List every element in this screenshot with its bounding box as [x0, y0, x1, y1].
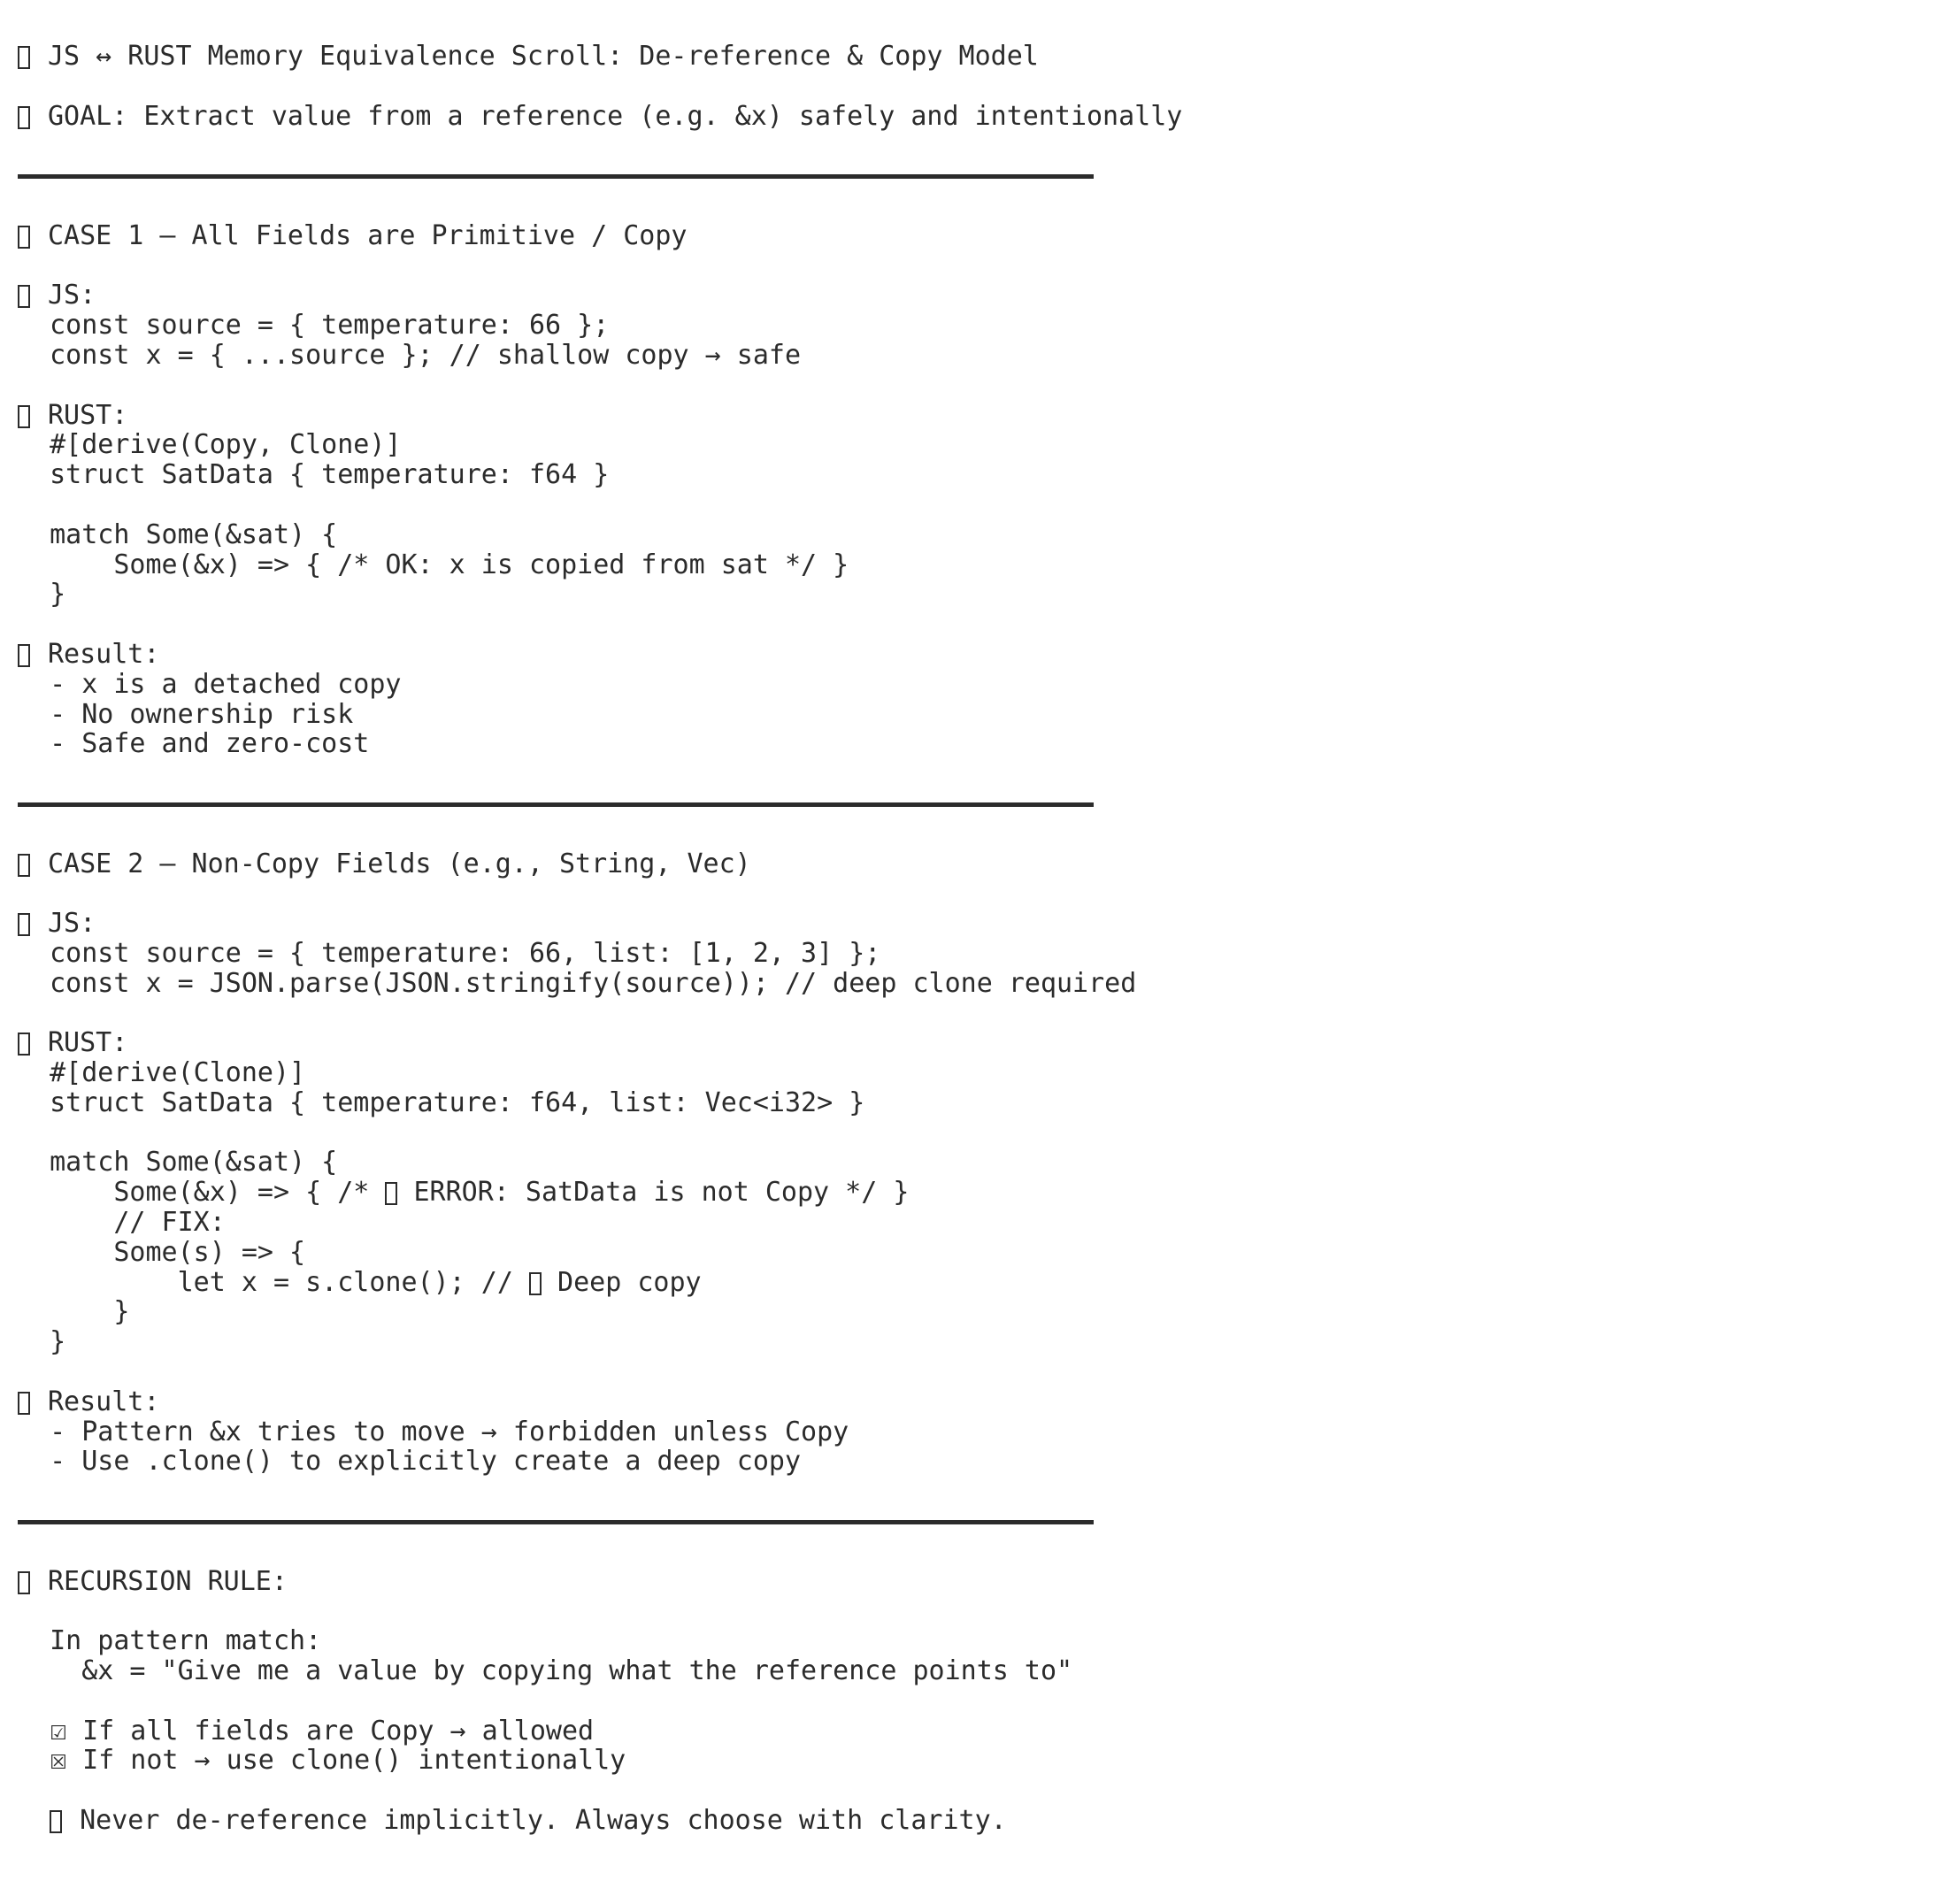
- missing-glyph-icon: [18, 643, 30, 667]
- code-line-clone: let x = s.clone(); // Deep copy: [18, 1266, 702, 1298]
- code-line: match Some(&sat) {: [18, 518, 338, 550]
- missing-glyph-icon: [18, 404, 30, 428]
- code-line: Some(&x) => { /* OK: x is copied from sa…: [18, 549, 849, 580]
- checkbox-checked-icon: ☑: [50, 1722, 67, 1745]
- missing-glyph-icon: [18, 913, 30, 937]
- code-line: // FIX:: [18, 1207, 226, 1239]
- case1-result-label: Result:: [18, 640, 1920, 670]
- result-item: - Use .clone() to explicitly create a de…: [18, 1446, 802, 1478]
- code-line: match Some(&sat) {: [18, 1147, 338, 1178]
- case1-heading: CASE 1 — All Fields are Primitive / Copy: [18, 220, 1920, 251]
- code-line: const x = JSON.parse(JSON.stringify(sour…: [18, 967, 1137, 999]
- title-text: JS ↔ RUST Memory Equivalence Scroll: De-…: [48, 41, 1039, 72]
- goal-line: GOAL: Extract value from a reference (e.…: [18, 100, 1920, 132]
- missing-glyph-icon: [18, 46, 30, 69]
- code-line: }: [18, 579, 66, 610]
- missing-glyph-icon: [18, 285, 30, 309]
- code-line: const source = { temperature: 66 };: [18, 310, 610, 342]
- section-divider: [18, 1507, 1920, 1537]
- goal-text: GOAL: Extract value from a reference (e.…: [48, 100, 1183, 132]
- result-item: - No ownership risk: [18, 698, 354, 730]
- rule-allowed: ☑ If all fields are Copy → allowed: [18, 1716, 1920, 1747]
- missing-glyph-icon: [18, 1033, 30, 1056]
- case1-rust-label: RUST:: [18, 400, 1920, 431]
- recursion-heading: RECURSION RULE:: [18, 1566, 1920, 1597]
- result-item: - x is a detached copy: [18, 668, 402, 700]
- case2-heading: CASE 2 — Non-Copy Fields (e.g., String, …: [18, 848, 1920, 879]
- scroll-document: JS ↔ RUST Memory Equivalence Scroll: De-…: [18, 42, 1920, 1836]
- code-line: }: [18, 1296, 130, 1328]
- code-line: #[derive(Clone)]: [18, 1057, 306, 1089]
- code-line: const x = { ...source }; // shallow copy…: [18, 339, 802, 371]
- result-item: - Safe and zero-cost: [18, 728, 370, 760]
- missing-glyph-icon: [18, 1391, 30, 1415]
- code-line: Some(s) => {: [18, 1236, 306, 1268]
- code-line: const source = { temperature: 66, list: …: [18, 937, 881, 969]
- missing-glyph-icon: [18, 105, 30, 129]
- checkbox-crossed-icon: ☒: [50, 1752, 67, 1775]
- document-title: JS ↔ RUST Memory Equivalence Scroll: De-…: [18, 42, 1920, 72]
- case2-result-label: Result:: [18, 1386, 1920, 1417]
- case2-js-label: JS:: [18, 909, 1920, 939]
- case1-js-label: JS:: [18, 280, 1920, 311]
- rule-denied: ☒ If not → use clone() intentionally: [18, 1746, 1920, 1776]
- recursion-meaning: &x = "Give me a value by copying what th…: [18, 1655, 1073, 1687]
- recursion-intro: In pattern match:: [18, 1625, 322, 1657]
- missing-glyph-icon: [528, 1271, 542, 1295]
- code-line: }: [18, 1326, 66, 1358]
- code-line: struct SatData { temperature: f64, list:…: [18, 1086, 865, 1118]
- code-line: struct SatData { temperature: f64 }: [18, 459, 610, 491]
- result-item: - Pattern &x tries to move → forbidden u…: [18, 1416, 849, 1447]
- case2-rust-label: RUST:: [18, 1028, 1920, 1058]
- closing-line: Never de-reference implicitly. Always ch…: [18, 1806, 1920, 1836]
- missing-glyph-icon: [18, 225, 30, 249]
- section-divider: [18, 789, 1920, 819]
- code-line: #[derive(Copy, Clone)]: [18, 429, 402, 461]
- missing-glyph-icon: [50, 1810, 63, 1834]
- missing-glyph-icon: [18, 1570, 30, 1594]
- code-line-error: Some(&x) => { /* ERROR: SatData is not C…: [18, 1177, 910, 1209]
- section-divider: [18, 161, 1920, 191]
- missing-glyph-icon: [385, 1182, 398, 1206]
- missing-glyph-icon: [18, 853, 30, 877]
